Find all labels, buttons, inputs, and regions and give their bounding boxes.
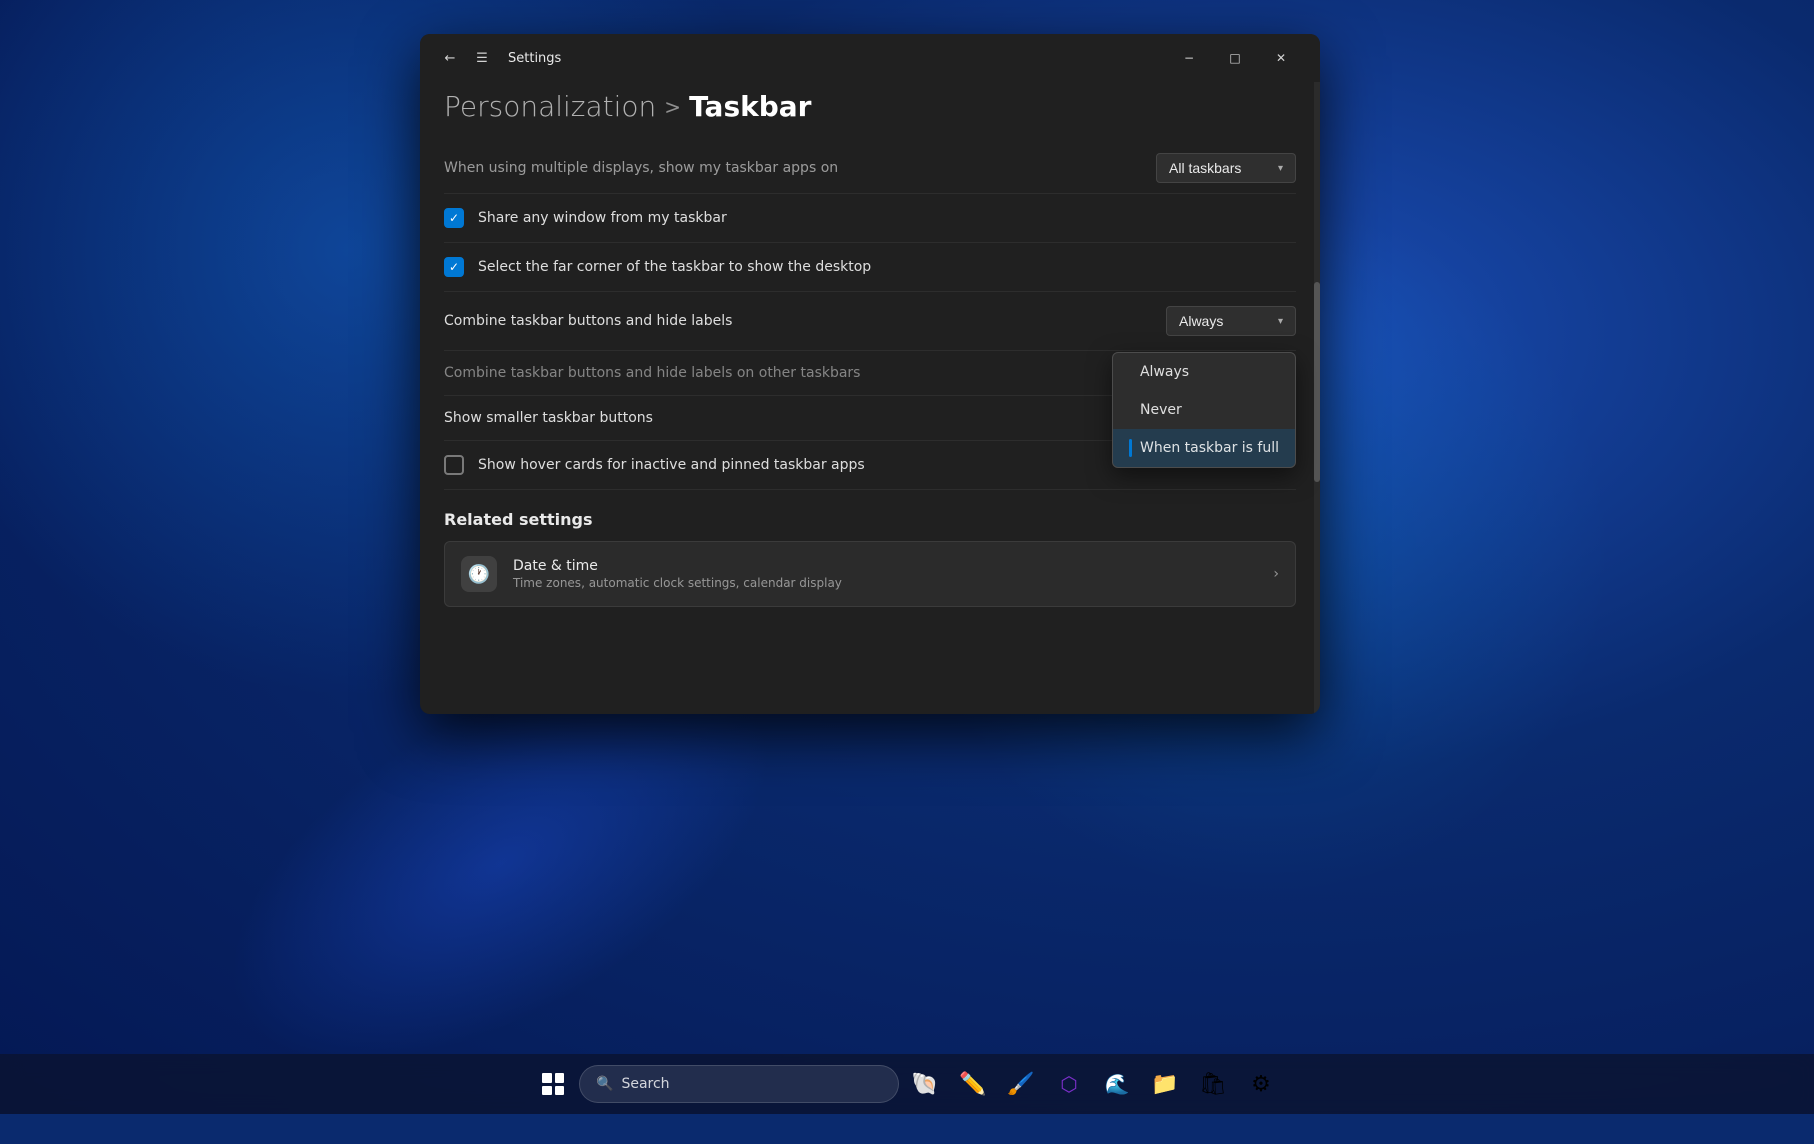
- hamburger-button[interactable]: ☰: [468, 44, 496, 72]
- far-corner-label: Select the far corner of the taskbar to …: [478, 259, 1296, 275]
- combine-buttons-label: Combine taskbar buttons and hide labels: [444, 313, 1166, 329]
- spacer: [1129, 363, 1132, 381]
- taskbar-search[interactable]: 🔍 Search: [579, 1065, 899, 1103]
- taskbar-icon-ms-store[interactable]: 🛍: [1191, 1062, 1235, 1106]
- taskbar-icon-edge[interactable]: 🌊: [1095, 1062, 1139, 1106]
- taskbar-center: 🔍 Search 🐚 ✏️ 🖌️ ⬡ 🌊 📁 🛍 ⚙: [531, 1062, 1283, 1106]
- taskbar-icon-cortana[interactable]: 🐚: [903, 1062, 947, 1106]
- breadcrumb-parent[interactable]: Personalization: [444, 90, 656, 123]
- start-button[interactable]: [531, 1062, 575, 1106]
- related-settings-title: Related settings: [444, 490, 1296, 541]
- date-time-description: Time zones, automatic clock settings, ca…: [513, 576, 1257, 590]
- back-button[interactable]: ←: [436, 44, 464, 72]
- share-window-row: Share any window from my taskbar: [444, 194, 1296, 243]
- settings-window: ← ☰ Settings − □ ✕ Personalization > Tas…: [420, 34, 1320, 714]
- dropdown-arrow-icon: ▾: [1278, 163, 1283, 174]
- taskbar-icon-drawing[interactable]: ✏️: [951, 1062, 995, 1106]
- related-date-time-info: Date & time Time zones, automatic clock …: [513, 558, 1257, 590]
- search-bar-text: Search: [621, 1076, 669, 1092]
- dropdown-option-when-full[interactable]: When taskbar is full: [1113, 429, 1295, 467]
- combine-buttons-value: Always: [1179, 313, 1223, 329]
- taskbar: 🔍 Search 🐚 ✏️ 🖌️ ⬡ 🌊 📁 🛍 ⚙: [0, 1054, 1814, 1114]
- minimize-button[interactable]: −: [1166, 42, 1212, 74]
- combine-buttons-row: Combine taskbar buttons and hide labels …: [444, 292, 1296, 351]
- far-corner-row: Select the far corner of the taskbar to …: [444, 243, 1296, 292]
- taskbar-icon-file-explorer[interactable]: 📁: [1143, 1062, 1187, 1106]
- content-area: When using multiple displays, show my ta…: [420, 143, 1320, 714]
- taskbar-icon-paint[interactable]: 🖌️: [999, 1062, 1043, 1106]
- spacer: [1129, 401, 1132, 419]
- start-icon: [542, 1073, 564, 1095]
- title-bar-controls: ← ☰ Settings: [436, 44, 561, 72]
- date-time-chevron-icon: ›: [1273, 566, 1279, 582]
- multiple-displays-row: When using multiple displays, show my ta…: [444, 143, 1296, 194]
- dropdown-option-always[interactable]: Always: [1113, 353, 1295, 391]
- window-controls: − □ ✕: [1166, 42, 1304, 74]
- multiple-displays-dropdown[interactable]: All taskbars ▾: [1156, 153, 1296, 183]
- breadcrumb-current: Taskbar: [689, 90, 811, 123]
- selected-indicator: [1129, 439, 1132, 457]
- combine-dropdown-menu: Always Never When taskbar is full: [1112, 352, 1296, 468]
- share-window-checkbox[interactable]: [444, 208, 464, 228]
- dropdown-option-never[interactable]: Never: [1113, 391, 1295, 429]
- breadcrumb: Personalization > Taskbar: [420, 82, 1320, 143]
- combine-buttons-dropdown[interactable]: Always ▾: [1166, 306, 1296, 336]
- date-time-title: Date & time: [513, 558, 1257, 574]
- combine-dropdown-arrow-icon: ▾: [1278, 316, 1283, 327]
- share-window-label: Share any window from my taskbar: [478, 210, 1296, 226]
- hover-cards-checkbox[interactable]: [444, 455, 464, 475]
- breadcrumb-separator: >: [664, 95, 681, 119]
- date-time-icon: 🕐: [461, 556, 497, 592]
- far-corner-checkbox[interactable]: [444, 257, 464, 277]
- option-never-label: Never: [1140, 402, 1182, 418]
- window-title: Settings: [508, 51, 561, 66]
- close-button[interactable]: ✕: [1258, 42, 1304, 74]
- scrollbar-thumb[interactable]: [1314, 282, 1320, 482]
- title-bar: ← ☰ Settings − □ ✕: [420, 34, 1320, 82]
- multiple-displays-label: When using multiple displays, show my ta…: [444, 160, 1156, 176]
- option-always-label: Always: [1140, 364, 1189, 380]
- maximize-button[interactable]: □: [1212, 42, 1258, 74]
- option-when-full-label: When taskbar is full: [1140, 440, 1279, 456]
- taskbar-icon-ms365[interactable]: ⬡: [1047, 1062, 1091, 1106]
- related-date-time[interactable]: 🕐 Date & time Time zones, automatic cloc…: [444, 541, 1296, 607]
- search-icon: 🔍: [596, 1076, 613, 1092]
- taskbar-icon-settings[interactable]: ⚙: [1239, 1062, 1283, 1106]
- scrollbar-track: [1314, 82, 1320, 714]
